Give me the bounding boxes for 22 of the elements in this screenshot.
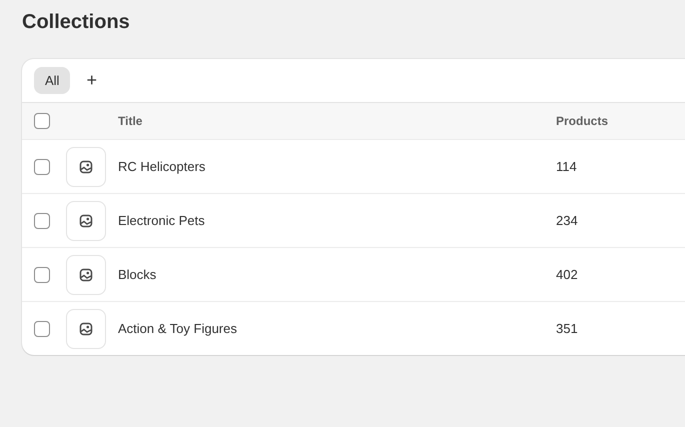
image-placeholder-icon [79,214,93,228]
checkbox[interactable] [34,320,50,336]
checkbox[interactable] [34,113,50,129]
collection-title[interactable]: Blocks [118,267,556,282]
collection-title[interactable]: RC Helicopters [118,159,556,174]
checkbox[interactable] [34,266,50,282]
page-title: Collections [22,11,130,33]
image-placeholder-icon [79,160,93,174]
image-placeholder-icon [79,322,93,336]
product-count: 402 [556,267,579,282]
image-placeholder-icon [79,268,93,282]
filter-tab[interactable]: All [34,67,70,94]
checkbox[interactable] [34,212,50,228]
add-tab-button[interactable]: + [80,70,103,91]
column-header: Title [118,114,144,128]
checkbox[interactable] [34,158,50,174]
product-count: 234 [556,213,579,228]
collection-title[interactable]: Action & Toy Figures [118,321,556,336]
collection-title[interactable]: Electronic Pets [118,213,556,228]
product-count: 114 [556,159,578,174]
product-count: 351 [556,321,579,336]
column-header: Products [556,114,610,128]
